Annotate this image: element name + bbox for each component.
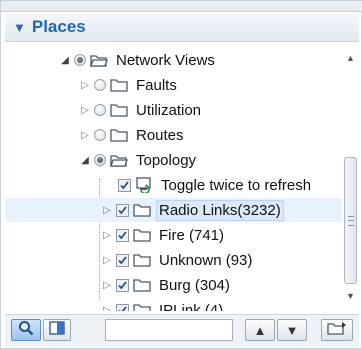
radio-selected-icon[interactable]: [94, 154, 106, 166]
radio-selected-icon[interactable]: [74, 54, 86, 66]
places-tree: ◢ Network Views ▷ Faults ▷ Utilization ▷…: [5, 42, 342, 311]
tree-node-label: Fire (741): [159, 226, 225, 244]
expander-collapsed-icon[interactable]: ▷: [101, 255, 113, 266]
tree-scrollbar[interactable]: ▲ ▼: [342, 42, 359, 311]
tree-node-label: Unknown (93): [159, 251, 253, 269]
folder-icon: [133, 228, 151, 242]
tree-node-radio-links[interactable]: ▷ Radio Links(3232): [5, 198, 342, 222]
checkbox-checked-icon[interactable]: [116, 253, 129, 267]
expander-expanded-icon[interactable]: ◢: [79, 155, 91, 166]
grip-icon: [348, 216, 354, 226]
expander-collapsed-icon[interactable]: ▷: [79, 105, 91, 116]
checkbox-checked-icon[interactable]: [116, 203, 129, 217]
tree-node-iplink[interactable]: ▷ IPLink (4): [5, 298, 342, 311]
move-up-button[interactable]: ▲: [245, 319, 275, 341]
folder-icon: [110, 78, 128, 92]
tree-node-label: Routes: [136, 126, 184, 144]
panel-top-strip: [1, 1, 362, 12]
move-down-button[interactable]: ▼: [277, 319, 307, 341]
arrow-up-icon: ▲: [253, 322, 267, 338]
checkbox-checked-icon[interactable]: [118, 178, 131, 192]
tree-node-utilization[interactable]: ▷ Utilization: [5, 98, 342, 122]
radio-unselected-icon[interactable]: [94, 104, 106, 116]
places-header[interactable]: ▼ Places: [5, 13, 359, 42]
open-folder-icon: [110, 153, 128, 167]
search-mode-button[interactable]: [11, 319, 41, 341]
tree-node-label: Network Views: [116, 51, 215, 69]
folder-icon: [133, 253, 151, 267]
tree-node-routes[interactable]: ▷ Routes: [5, 123, 342, 147]
scroll-up-arrow-icon[interactable]: ▲: [342, 50, 359, 66]
tree-node-burg[interactable]: ▷ Burg (304): [5, 273, 342, 297]
folder-icon: [133, 203, 151, 217]
scroll-down-arrow-icon[interactable]: ▼: [342, 288, 359, 304]
folder-icon: [133, 278, 151, 292]
folder-icon: [110, 103, 128, 117]
checkbox-checked-icon[interactable]: [116, 303, 129, 311]
refresh-icon: [135, 177, 153, 193]
filter-input[interactable]: [105, 319, 233, 341]
folder-menu-button[interactable]: [321, 319, 353, 341]
folder-menu-icon: [327, 321, 347, 340]
open-folder-icon: [90, 53, 108, 67]
checkbox-checked-icon[interactable]: [116, 228, 129, 242]
tree-node-toggle-refresh[interactable]: Toggle twice to refresh: [5, 173, 342, 197]
panel-toggle-icon: [49, 320, 65, 340]
folder-icon: [133, 303, 151, 311]
tree-node-faults[interactable]: ▷ Faults: [5, 73, 342, 97]
places-title: Places: [31, 17, 86, 36]
expander-collapsed-icon[interactable]: ▷: [79, 80, 91, 91]
magnifier-icon: [18, 320, 34, 341]
radio-unselected-icon[interactable]: [94, 79, 106, 91]
expander-collapsed-icon[interactable]: ▷: [101, 230, 113, 241]
tree-node-network-views[interactable]: ◢ Network Views: [5, 48, 342, 72]
tree-node-label: Radio Links(3232): [156, 199, 284, 221]
checkbox-checked-icon[interactable]: [116, 278, 129, 292]
tree-node-unknown[interactable]: ▷ Unknown (93): [5, 248, 342, 272]
radio-unselected-icon[interactable]: [94, 129, 106, 141]
tree-node-label: Burg (304): [159, 276, 230, 294]
tree-node-fire[interactable]: ▷ Fire (741): [5, 223, 342, 247]
collapse-caret-icon[interactable]: ▼: [13, 20, 26, 35]
tree-node-label: Faults: [136, 76, 177, 94]
expander-collapsed-icon[interactable]: ▷: [101, 280, 113, 291]
expander-collapsed-icon[interactable]: ▷: [79, 130, 91, 141]
tree-node-label: IPLink (4): [159, 301, 224, 312]
tree-node-label: Topology: [136, 151, 197, 169]
folder-icon: [110, 128, 128, 142]
expander-expanded-icon[interactable]: ◢: [59, 55, 71, 66]
panel-toggle-button[interactable]: [43, 319, 71, 341]
scrollbar-thumb[interactable]: [344, 157, 357, 284]
bottom-toolbar: ▲ ▼: [5, 314, 359, 347]
expander-collapsed-icon[interactable]: ▷: [101, 305, 113, 312]
arrow-down-icon: ▼: [285, 322, 299, 338]
tree-node-label: Toggle twice to refresh: [161, 176, 312, 194]
expander-collapsed-icon[interactable]: ▷: [101, 205, 113, 216]
tree-node-label: Utilization: [136, 101, 202, 119]
tree-node-topology[interactable]: ◢ Topology: [5, 148, 342, 172]
places-panel: ▼ Places ◢ Network Views ▷ Faults ▷ Util…: [0, 0, 362, 349]
